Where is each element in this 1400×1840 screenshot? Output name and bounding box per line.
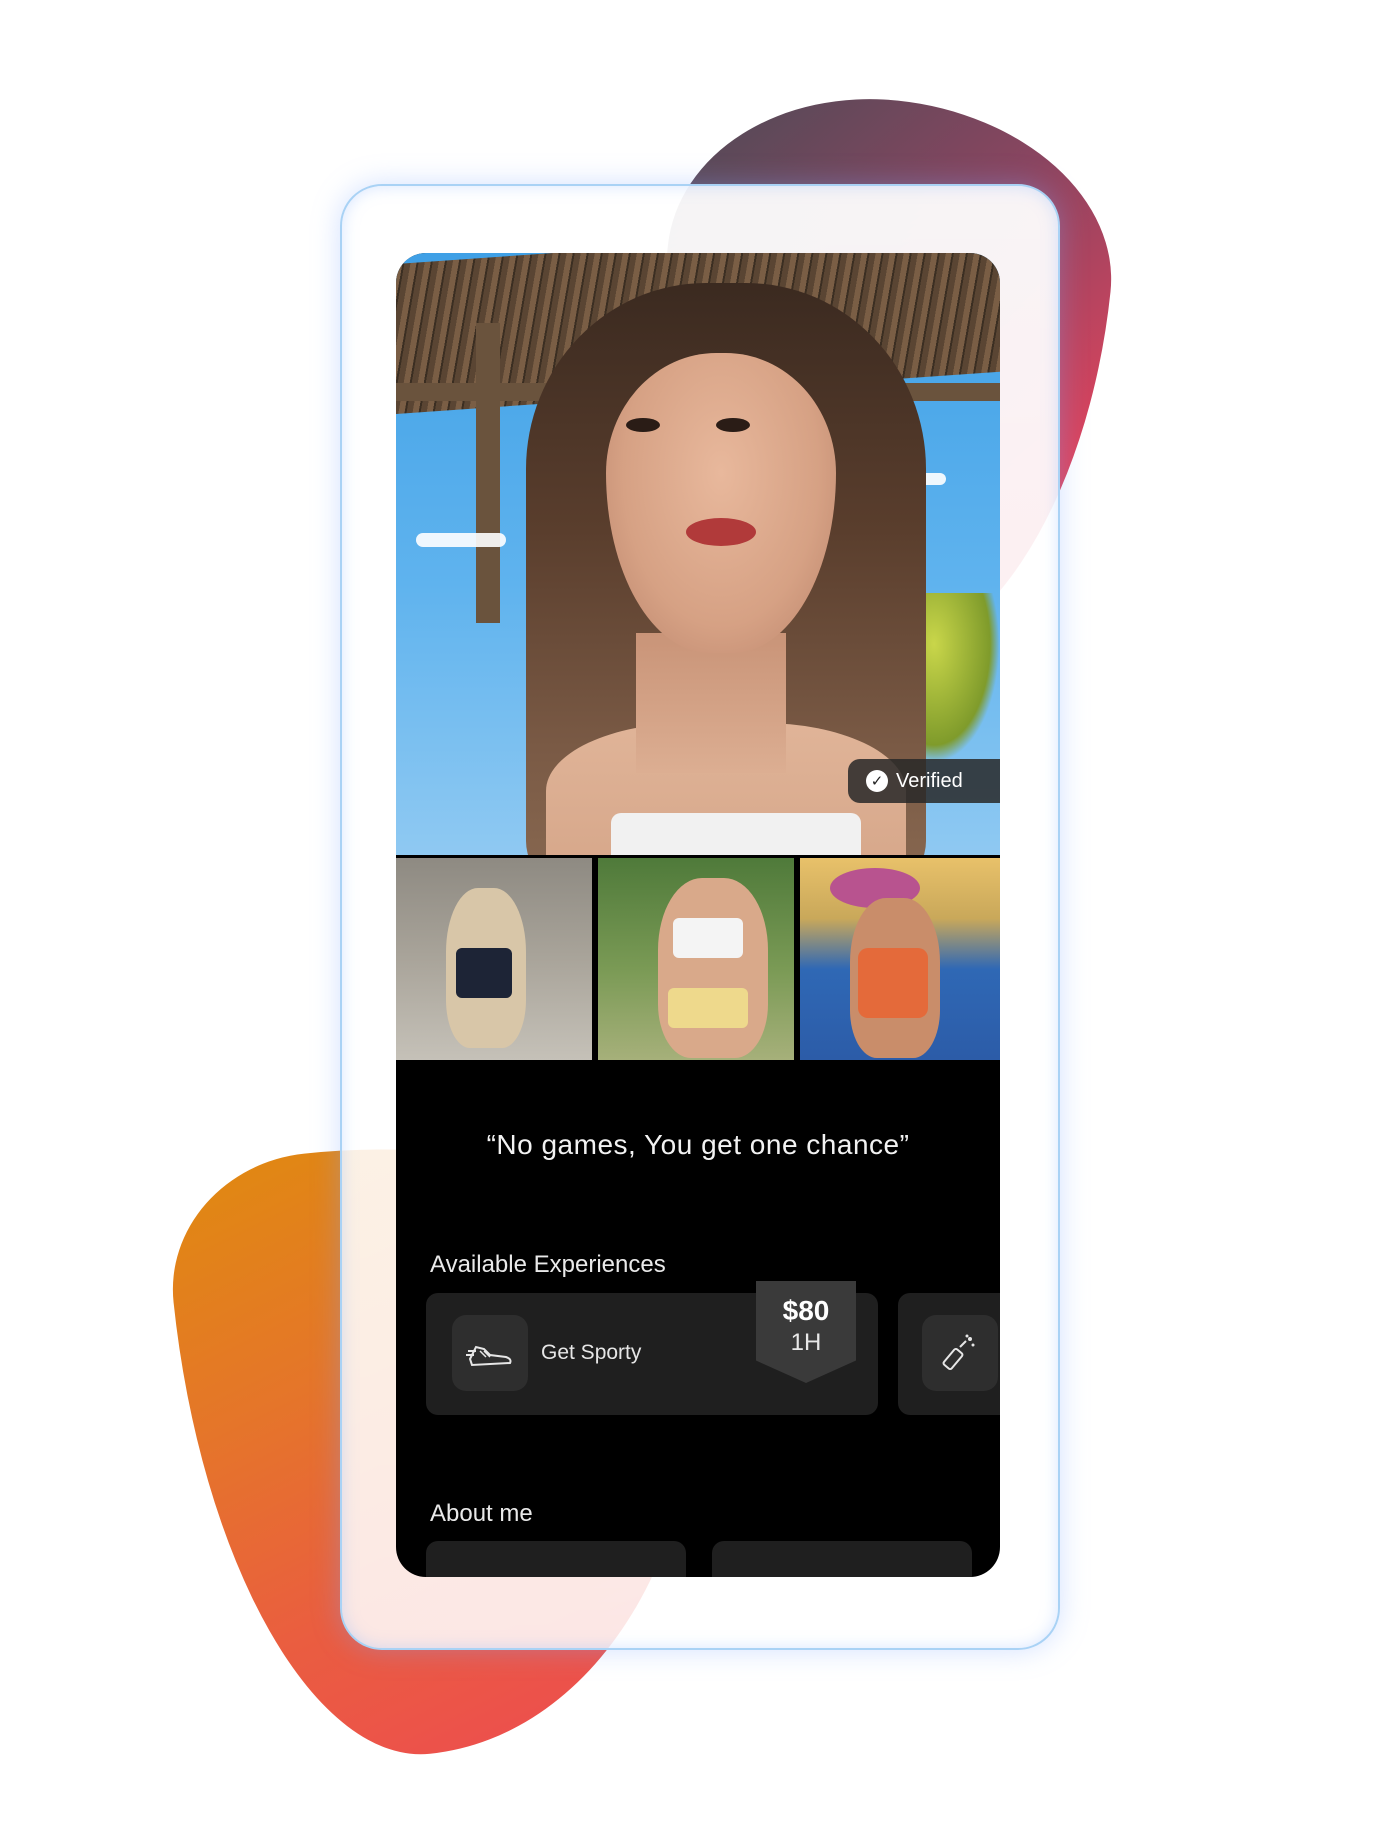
verified-label: Verified: [896, 769, 963, 792]
thumb-top: [673, 918, 743, 958]
photo-eye: [626, 418, 660, 432]
price-badge: $80 1H: [756, 1281, 856, 1383]
about-card-1[interactable]: [426, 1541, 686, 1577]
profile-quote: “No games, You get one chance”: [486, 1129, 910, 1160]
photo-beam: [476, 323, 500, 623]
photo-lips: [686, 518, 756, 546]
photo-neck: [636, 633, 786, 773]
profile-main-photo[interactable]: ✓ Verified: [396, 253, 1000, 855]
experience-price: $80: [782, 1295, 830, 1326]
thumb-skirt: [668, 988, 748, 1028]
marketing-stage: ✓ Verified “No games, You get one chance…: [0, 0, 1400, 1840]
experience-label: Get Sporty: [541, 1341, 642, 1364]
photo-cloud: [416, 533, 506, 547]
phone-screen: ✓ Verified “No games, You get one chance…: [396, 253, 1000, 1577]
experience-icon-box: [452, 1315, 528, 1391]
photo-eye: [716, 418, 750, 432]
champagne-icon: [942, 1334, 975, 1371]
available-experiences-title: Available Experiences: [430, 1251, 666, 1278]
photo-thumbnails: [396, 858, 1000, 1060]
verified-badge: ✓ Verified: [848, 759, 1000, 803]
experience-icon-box: [922, 1315, 998, 1391]
about-card-2[interactable]: [712, 1541, 972, 1577]
thumbnail-photo-3[interactable]: [800, 858, 1000, 1060]
thumbnail-photo-1[interactable]: [396, 858, 592, 1060]
experience-duration: 1H: [790, 1329, 822, 1356]
thumbnail-photo-2[interactable]: [598, 858, 794, 1060]
photo-top: [611, 813, 861, 855]
thumb-swimwear: [858, 948, 928, 1018]
thumb-folder: [456, 948, 512, 998]
experience-card-2[interactable]: [898, 1293, 1000, 1415]
check-circle-icon: ✓: [866, 770, 888, 792]
thumb-figure: [658, 878, 768, 1058]
about-me-title: About me: [430, 1500, 533, 1527]
sneaker-icon: [466, 1345, 512, 1367]
experience-card-get-sporty[interactable]: Get Sporty $80 1H: [426, 1281, 878, 1415]
